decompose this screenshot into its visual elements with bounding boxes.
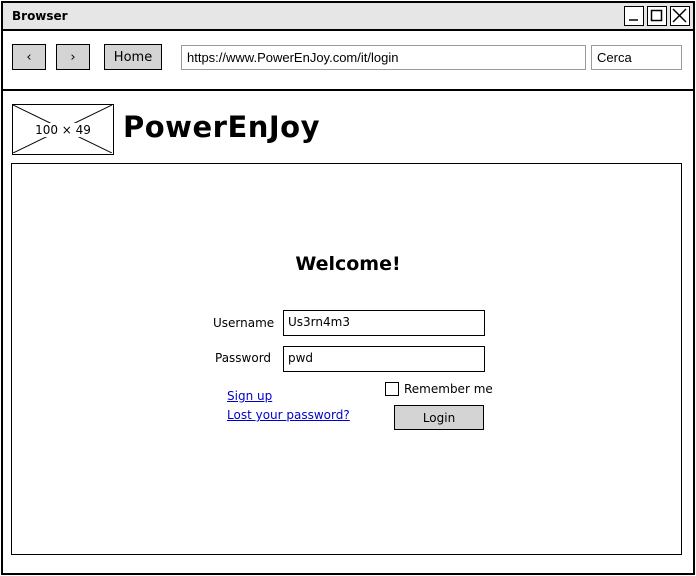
title-bar: Browser xyxy=(3,3,693,31)
password-field[interactable]: pwd xyxy=(283,346,485,372)
logo-placeholder: 100 × 49 xyxy=(12,104,114,155)
minimize-button[interactable] xyxy=(624,6,644,26)
lost-password-link[interactable]: Lost your password? xyxy=(227,408,350,422)
search-input[interactable]: Cerca xyxy=(591,45,682,70)
minimize-icon xyxy=(629,19,638,21)
back-button[interactable]: ‹ xyxy=(12,44,46,70)
logo-placeholder-label: 100 × 49 xyxy=(34,122,92,137)
login-button[interactable]: Login xyxy=(394,405,484,430)
remember-me-checkbox[interactable] xyxy=(385,382,399,396)
password-label: Password xyxy=(215,351,272,365)
remember-me-label[interactable]: Remember me xyxy=(404,382,493,396)
maximize-icon xyxy=(650,9,663,22)
close-button[interactable] xyxy=(670,6,690,26)
username-field[interactable]: Us3rn4m3 xyxy=(283,310,485,336)
window-title: Browser xyxy=(12,9,68,23)
sign-up-link[interactable]: Sign up xyxy=(227,389,272,403)
welcome-heading: Welcome! xyxy=(295,253,401,275)
username-label: Username xyxy=(213,316,275,330)
brand-title: PowerEnJoy xyxy=(123,110,321,144)
home-button[interactable]: Home xyxy=(104,44,162,70)
forward-button[interactable]: › xyxy=(56,44,90,70)
address-bar[interactable]: https://www.PowerEnJoy.com/it/login xyxy=(181,45,586,70)
close-icon xyxy=(672,8,687,23)
browser-toolbar: ‹ › Home https://www.PowerEnJoy.com/it/l… xyxy=(3,31,693,91)
maximize-button[interactable] xyxy=(647,6,667,26)
